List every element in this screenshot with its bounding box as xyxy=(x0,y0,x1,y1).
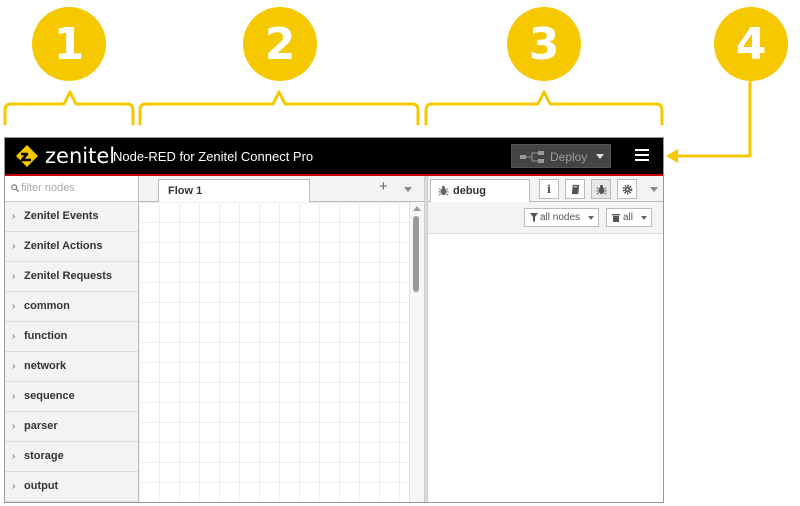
deploy-label: Deploy xyxy=(550,150,588,164)
debug-messages-area xyxy=(428,234,663,502)
category-label: Zenitel Requests xyxy=(24,270,113,282)
chevron-right-icon: › xyxy=(12,331,16,342)
palette-category[interactable]: › Zenitel Events xyxy=(5,202,138,232)
chevron-right-icon: › xyxy=(12,391,16,402)
chevron-right-icon: › xyxy=(12,361,16,372)
chevron-right-icon: › xyxy=(12,481,16,492)
chevron-right-icon: › xyxy=(12,241,16,252)
search-icon xyxy=(11,184,19,192)
book-icon xyxy=(571,184,579,194)
palette-category[interactable]: › Zenitel Actions xyxy=(5,232,138,262)
category-label: sequence xyxy=(24,390,75,402)
trash-icon xyxy=(612,214,620,222)
palette-category[interactable]: › output xyxy=(5,472,138,502)
tab-label: debug xyxy=(453,185,486,197)
debug-toolbar: all nodes all xyxy=(428,202,663,234)
hamburger-menu-icon[interactable] xyxy=(635,149,649,161)
tab-label: Flow 1 xyxy=(168,185,203,197)
deploy-flow-icon xyxy=(520,151,544,163)
tab-flow-1[interactable]: Flow 1 xyxy=(158,179,310,202)
palette-category[interactable]: › storage xyxy=(5,442,138,472)
bug-icon xyxy=(438,185,449,196)
canvas-scrollbar[interactable] xyxy=(409,202,424,502)
chevron-down-icon[interactable] xyxy=(404,187,412,192)
chevron-right-icon: › xyxy=(12,271,16,282)
node-red-window: zenitel Node-RED for Zenitel Connect Pro… xyxy=(4,137,664,503)
info-icon: i xyxy=(546,182,552,196)
category-label: function xyxy=(24,330,68,342)
palette-category[interactable]: › common xyxy=(5,292,138,322)
flow-canvas[interactable] xyxy=(139,202,409,502)
clear-label: all xyxy=(623,212,634,223)
category-label: common xyxy=(24,300,70,312)
flow-workspace: Flow 1 + xyxy=(139,176,424,502)
chevron-down-icon xyxy=(641,216,647,220)
settings-button[interactable] xyxy=(617,179,637,199)
node-palette: › Zenitel Events › Zenitel Actions › Zen… xyxy=(5,176,139,502)
brand-name: zenitel xyxy=(45,144,116,168)
filter-nodes-box xyxy=(5,176,138,202)
deploy-button[interactable]: Deploy xyxy=(511,144,611,168)
debug-button[interactable] xyxy=(591,179,611,199)
palette-category[interactable]: › sequence xyxy=(5,382,138,412)
chevron-down-icon[interactable] xyxy=(650,187,658,192)
filter-nodes-dropdown[interactable]: all nodes xyxy=(524,208,599,227)
bug-icon xyxy=(595,184,607,194)
workspace-tab-bar: Flow 1 + xyxy=(139,176,424,202)
sidebar-tab-bar: debug i xyxy=(428,176,663,202)
chevron-right-icon: › xyxy=(12,421,16,432)
category-label: Zenitel Events xyxy=(24,210,99,222)
chevron-right-icon: › xyxy=(12,211,16,222)
header-bar: zenitel Node-RED for Zenitel Connect Pro… xyxy=(5,138,663,174)
category-label: Zenitel Actions xyxy=(24,240,103,252)
category-label: network xyxy=(24,360,67,372)
palette-category[interactable]: › network xyxy=(5,352,138,382)
palette-category[interactable]: › parser xyxy=(5,412,138,442)
chevron-down-icon xyxy=(588,216,594,220)
chevron-right-icon: › xyxy=(12,301,16,312)
category-label: parser xyxy=(24,420,58,432)
info-button[interactable]: i xyxy=(539,179,559,199)
zenitel-logo-icon xyxy=(16,145,38,167)
category-label: output xyxy=(24,480,59,492)
filter-nodes-input[interactable] xyxy=(21,180,131,196)
scroll-up-icon[interactable] xyxy=(413,206,421,211)
app-title: Node-RED for Zenitel Connect Pro xyxy=(113,149,314,164)
chevron-right-icon: › xyxy=(12,451,16,462)
category-label: storage xyxy=(24,450,64,462)
filter-nodes-label: all nodes xyxy=(540,212,581,223)
palette-category[interactable]: › Zenitel Requests xyxy=(5,262,138,292)
tab-debug[interactable]: debug xyxy=(430,179,530,202)
filter-icon xyxy=(530,213,538,222)
gear-icon xyxy=(622,184,632,194)
palette-category[interactable]: › function xyxy=(5,322,138,352)
help-button[interactable] xyxy=(565,179,585,199)
chevron-down-icon[interactable] xyxy=(596,154,604,159)
sidebar: debug i all nodes all xyxy=(428,176,663,502)
clear-messages-dropdown[interactable]: all xyxy=(606,208,652,227)
scrollbar-thumb[interactable] xyxy=(413,216,419,292)
add-flow-icon[interactable]: + xyxy=(379,178,388,195)
